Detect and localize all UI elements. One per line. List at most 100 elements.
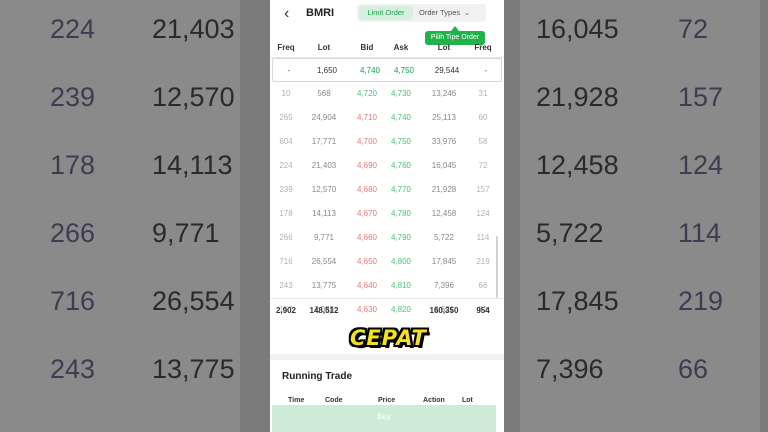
bid-price[interactable]: 4,670 — [350, 209, 384, 218]
offer-freq: 114 — [476, 233, 490, 242]
offer-lot: 17,845 — [431, 257, 457, 266]
order-types-dropdown[interactable]: Order Types ⌄ — [419, 6, 483, 20]
offer-lot: 7,396 — [433, 281, 455, 290]
background-freq: 72 — [678, 14, 709, 44]
rt-col-lot: Lot — [462, 397, 473, 404]
bid-price[interactable]: 4,690 — [350, 161, 384, 170]
orderbook-row[interactable]: 266 9,771 4,660 4,790 5,722 114 — [270, 226, 504, 250]
order-type-segment: Limit Order Order Types ⌄ — [357, 4, 486, 22]
col-ask: Ask — [393, 43, 409, 52]
bid-freq: - — [287, 66, 291, 75]
col-freq-offer: Freq — [474, 43, 492, 52]
ask-price[interactable]: 4,800 — [386, 257, 416, 266]
bid-lot: 12,570 — [311, 185, 337, 194]
orderbook-row[interactable]: 243 13,775 4,640 4,810 7,396 66 — [270, 274, 504, 298]
phone-screen: ‹ BMRI Limit Order Order Types ⌄ Pilih T… — [270, 0, 504, 432]
orderbook-row[interactable]: 604 17,771 4,700 4,750 33,976 58 — [270, 130, 504, 154]
background-lot: 7,396 — [536, 354, 604, 384]
orderbook-row[interactable]: 716 26,554 4,650 4,800 17,845 219 — [270, 250, 504, 274]
background-lot: 12,570 — [152, 82, 235, 112]
orderbook-row[interactable]: 10 568 4,720 4,730 13,246 31 — [270, 82, 504, 106]
bid-price[interactable]: 4,680 — [350, 185, 384, 194]
limit-order-tab[interactable]: Limit Order — [359, 6, 413, 20]
chevron-left-icon[interactable]: ‹ — [284, 5, 289, 23]
chevron-down-icon: ⌄ — [464, 10, 471, 17]
offer-freq: 58 — [478, 137, 488, 146]
bid-lot: 1,650 — [316, 66, 338, 75]
ask-price[interactable]: 4,780 — [386, 209, 416, 218]
bid-freq: 243 — [279, 281, 293, 290]
background-lot: 12,458 — [536, 150, 619, 180]
bid-lot: 21,403 — [311, 161, 337, 170]
col-lot-offer: Lot — [437, 43, 451, 52]
ask-price[interactable]: 4,750 — [389, 66, 419, 75]
offer-freq: 157 — [476, 185, 490, 194]
bid-lot: 568 — [317, 89, 331, 98]
background-lot: 21,928 — [536, 82, 619, 112]
bid-freq: 178 — [279, 209, 293, 218]
bid-price[interactable]: 4,640 — [350, 281, 384, 290]
background-freq: 716 — [50, 286, 96, 316]
ask-price[interactable]: 4,730 — [386, 89, 416, 98]
bid-freq: 239 — [279, 185, 293, 194]
section-divider — [270, 354, 504, 360]
background-freq: 66 — [678, 354, 709, 384]
offer-lot: 29,544 — [434, 66, 460, 75]
offer-lot: 13,246 — [431, 89, 457, 98]
buy-button[interactable]: Buy — [272, 405, 496, 432]
orderbook-row[interactable]: 178 14,113 4,670 4,780 12,458 124 — [270, 202, 504, 226]
ask-price[interactable]: 4,740 — [386, 113, 416, 122]
background-lot: 9,771 — [152, 218, 220, 248]
bid-lot: 17,771 — [311, 137, 337, 146]
bid-freq: 716 — [279, 257, 293, 266]
bid-freq: 265 — [279, 113, 293, 122]
ask-price[interactable]: 4,750 — [386, 137, 416, 146]
ticker-symbol: BMRI — [306, 7, 335, 19]
background-freq: 178 — [50, 150, 96, 180]
ask-price[interactable]: 4,760 — [386, 161, 416, 170]
bid-freq: 10 — [281, 89, 291, 98]
bid-lot: 13,775 — [311, 281, 337, 290]
total-freq-offer: 954 — [476, 306, 490, 315]
rt-col-time: Time — [288, 397, 305, 404]
rt-col-action: Action — [423, 397, 445, 404]
bid-price[interactable]: 4,660 — [350, 233, 384, 242]
background-freq: 266 — [50, 218, 96, 248]
bid-price[interactable]: 4,650 — [350, 257, 384, 266]
background-lot: 13,775 — [152, 354, 235, 384]
total-lot-offer: 160,350 — [429, 306, 459, 315]
summary-bar — [270, 28, 504, 36]
background-lot: 21,403 — [152, 14, 235, 44]
orderbook-row[interactable]: 265 24,904 4,710 4,740 25,113 60 — [270, 106, 504, 130]
offer-lot: 21,928 — [431, 185, 457, 194]
offer-freq: 72 — [478, 161, 488, 170]
background-lot: 16,045 — [536, 14, 619, 44]
rt-col-code: Code — [325, 397, 343, 404]
background-freq: 224 — [50, 14, 96, 44]
bid-freq: 604 — [279, 137, 293, 146]
order-types-label: Order Types — [419, 8, 461, 17]
orderbook-row[interactable]: - 1,650 4,740 4,750 29,544 - — [272, 58, 502, 82]
bid-price[interactable]: 4,710 — [350, 113, 384, 122]
orderbook-row[interactable]: 224 21,403 4,690 4,760 16,045 72 — [270, 154, 504, 178]
background-freq: 157 — [678, 82, 724, 112]
offer-freq: 31 — [478, 89, 488, 98]
bid-price[interactable]: 4,700 — [350, 137, 384, 146]
offer-lot: 16,045 — [431, 161, 457, 170]
bid-price[interactable]: 4,720 — [350, 89, 384, 98]
background-freq: 114 — [678, 218, 722, 248]
background-lot: 26,554 — [152, 286, 235, 316]
background-lot: 5,722 — [536, 218, 604, 248]
ask-price[interactable]: 4,810 — [386, 281, 416, 290]
bid-price[interactable]: 4,740 — [353, 66, 387, 75]
offer-lot: 5,722 — [433, 233, 455, 242]
background-freq: 243 — [50, 354, 96, 384]
ask-price[interactable]: 4,770 — [386, 185, 416, 194]
col-freq: Freq — [277, 43, 295, 52]
offer-freq: 66 — [478, 281, 488, 290]
offer-freq: 124 — [476, 209, 490, 218]
ask-price[interactable]: 4,790 — [386, 233, 416, 242]
orderbook-row[interactable]: 239 12,570 4,680 4,770 21,928 157 — [270, 178, 504, 202]
scrollbar[interactable] — [496, 236, 498, 298]
col-bid: Bid — [360, 43, 374, 52]
